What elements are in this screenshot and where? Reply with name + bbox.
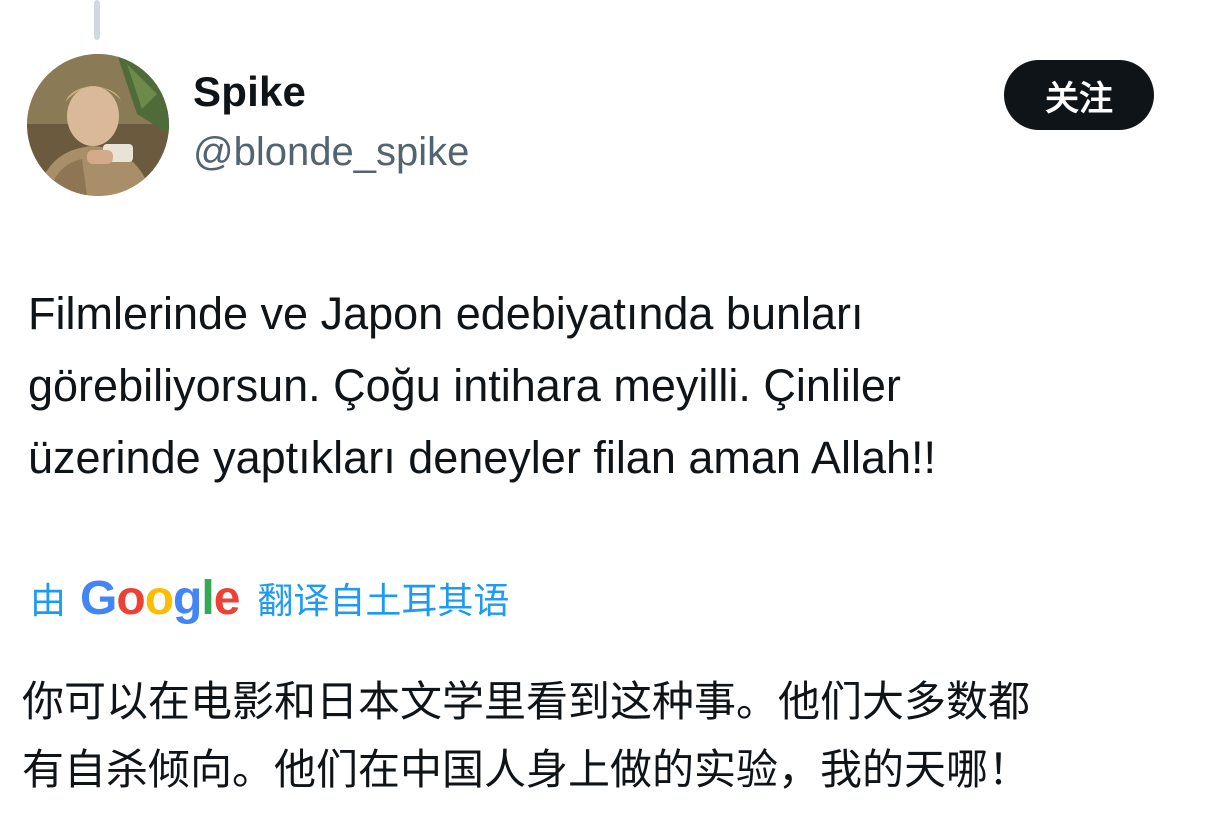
author-name[interactable]: Spike [193, 68, 306, 116]
tweet-text-line: üzerinde yaptıkları deneyler filan aman … [28, 432, 937, 483]
google-logo-icon: Google [80, 571, 240, 625]
tweet-text: Filmlerinde ve Japon edebiyatında bunlar… [28, 278, 1178, 494]
thread-connector-line [94, 0, 100, 40]
translated-by-label: 由 [30, 581, 67, 622]
author-handle[interactable]: @blonde_spike [193, 130, 469, 175]
translation-attribution[interactable]: 由 Google 翻译自土耳其语 [30, 568, 509, 628]
tweet-text-line: Filmlerinde ve Japon edebiyatında bunlar… [28, 288, 864, 339]
avatar[interactable] [27, 54, 169, 196]
translated-text-line: 你可以在电影和日本文学里看到这种事。他们大多数都 [22, 677, 1031, 726]
translated-from-label: 翻译自土耳其语 [257, 581, 510, 622]
tweet-text-line: görebiliyorsun. Çoğu intihara meyilli. Ç… [28, 360, 901, 411]
avatar-photo-icon [27, 54, 169, 196]
translated-text: 你可以在电影和日本文学里看到这种事。他们大多数都 有自杀倾向。他们在中国人身上做… [22, 668, 1192, 804]
translated-text-line: 有自杀倾向。他们在中国人身上做的实验，我的天哪！ [22, 745, 1031, 794]
follow-button[interactable]: 关注 [1004, 60, 1154, 130]
